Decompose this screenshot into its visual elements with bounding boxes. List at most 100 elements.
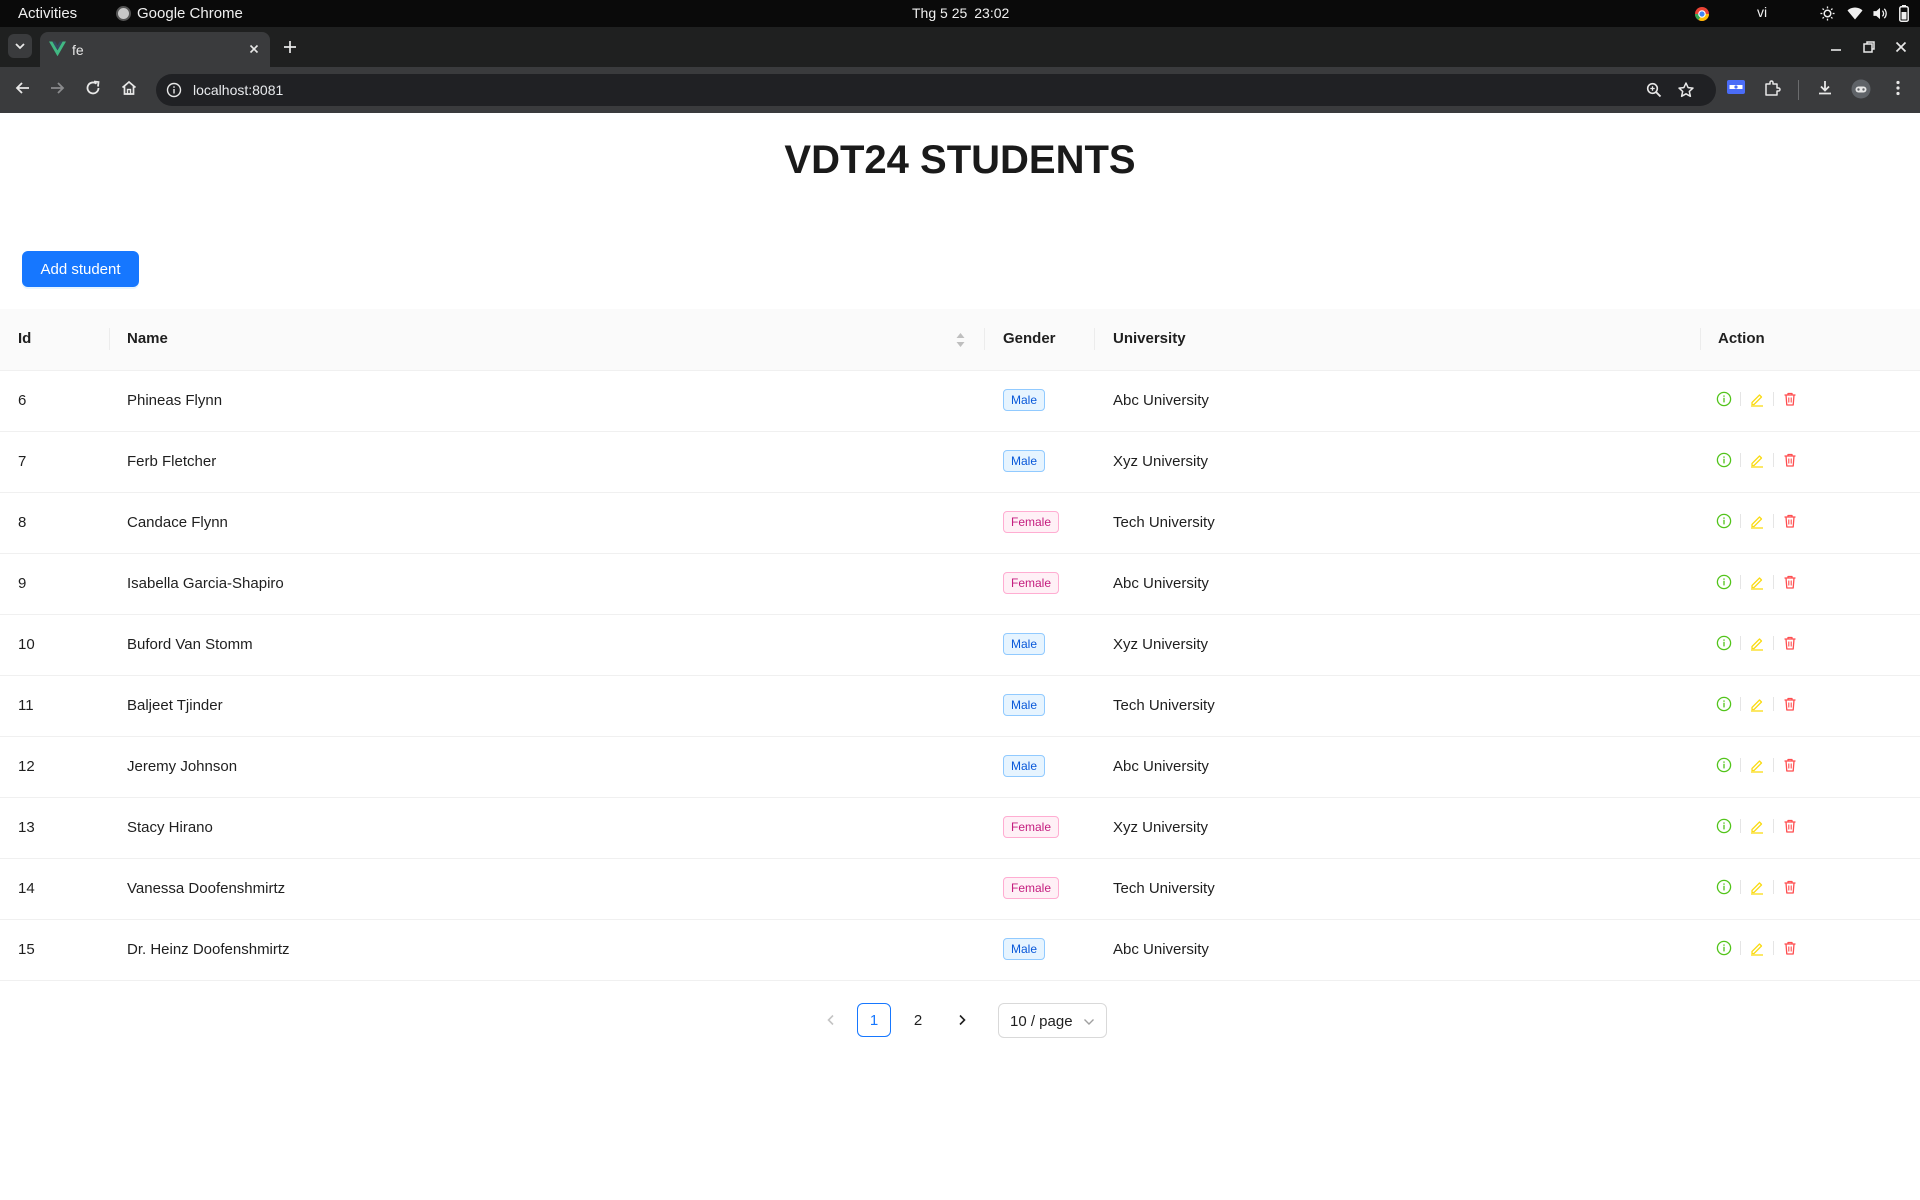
cell-name: Candace Flynn	[127, 514, 228, 531]
reload-icon[interactable]	[84, 79, 102, 97]
gender-tag: Male	[1003, 450, 1046, 472]
edit-pencil-icon[interactable]	[1749, 452, 1765, 468]
new-tab-icon[interactable]	[282, 39, 298, 55]
cell-university: Tech University	[1113, 697, 1215, 714]
site-info-icon[interactable]	[166, 82, 182, 98]
table-body: 6 Phineas Flynn Male Abc University 7 Ferb Fl…	[0, 371, 1920, 981]
info-circle-icon[interactable]	[1716, 513, 1732, 529]
table-header: Id Name Gender University Action	[0, 309, 1920, 371]
restore-icon[interactable]	[1861, 39, 1877, 55]
extension-blue-icon[interactable]	[1727, 79, 1745, 95]
app-menu[interactable]: Google Chrome	[116, 5, 243, 22]
row-actions	[1716, 391, 1798, 407]
download-icon[interactable]	[1816, 79, 1834, 97]
column-header-name[interactable]: Name	[127, 330, 168, 347]
sort-icon[interactable]	[955, 331, 966, 349]
chrome-menu-icon[interactable]	[1889, 79, 1907, 97]
cell-id: 7	[18, 453, 27, 470]
edit-pencil-icon[interactable]	[1749, 574, 1765, 590]
cell-name: Vanessa Doofenshmirtz	[127, 880, 286, 897]
clock[interactable]: Thg 5 25 23:02	[912, 5, 1009, 21]
action-divider	[1740, 514, 1741, 528]
cell-id: 14	[18, 880, 35, 897]
url-text[interactable]: localhost:8081	[193, 82, 283, 98]
action-divider	[1740, 819, 1741, 833]
back-arrow-icon[interactable]	[14, 79, 32, 97]
action-divider	[1773, 453, 1774, 467]
cell-university: Abc University	[1113, 392, 1209, 409]
input-language[interactable]: vi	[1757, 4, 1767, 20]
window-close-icon[interactable]	[1893, 39, 1909, 55]
edit-pencil-icon[interactable]	[1749, 391, 1765, 407]
cell-name: Buford Van Stomm	[127, 636, 253, 653]
info-circle-icon[interactable]	[1716, 391, 1732, 407]
chrome-tray-icon[interactable]	[1694, 6, 1710, 22]
info-circle-icon[interactable]	[1716, 818, 1732, 834]
trash-icon[interactable]	[1782, 879, 1798, 895]
trash-icon[interactable]	[1782, 696, 1798, 712]
page-2-button[interactable]: 2	[901, 1003, 935, 1037]
trash-icon[interactable]	[1782, 452, 1798, 468]
action-divider	[1740, 941, 1741, 955]
edit-pencil-icon[interactable]	[1749, 940, 1765, 956]
tab-close-icon[interactable]	[246, 41, 262, 57]
profile-avatar-icon[interactable]	[1851, 79, 1871, 99]
info-circle-icon[interactable]	[1716, 452, 1732, 468]
chevron-down-icon	[1083, 1016, 1095, 1028]
action-divider	[1773, 819, 1774, 833]
zoom-icon[interactable]	[1646, 82, 1662, 98]
cell-id: 15	[18, 941, 35, 958]
activities-button[interactable]: Activities	[18, 5, 77, 22]
edit-pencil-icon[interactable]	[1749, 635, 1765, 651]
action-divider	[1773, 514, 1774, 528]
trash-icon[interactable]	[1782, 635, 1798, 651]
info-circle-icon[interactable]	[1716, 696, 1732, 712]
page-size-select[interactable]: 10 / page	[998, 1003, 1107, 1038]
info-circle-icon[interactable]	[1716, 574, 1732, 590]
bookmark-star-icon[interactable]	[1677, 81, 1695, 99]
info-circle-icon[interactable]	[1716, 879, 1732, 895]
trash-icon[interactable]	[1782, 757, 1798, 773]
row-actions	[1716, 574, 1798, 590]
cell-name: Phineas Flynn	[127, 392, 223, 409]
cell-university: Abc University	[1113, 575, 1209, 592]
edit-pencil-icon[interactable]	[1749, 513, 1765, 529]
info-circle-icon[interactable]	[1716, 635, 1732, 651]
row-actions	[1716, 452, 1798, 468]
gender-tag: Female	[1003, 877, 1060, 899]
trash-icon[interactable]	[1782, 574, 1798, 590]
row-actions	[1716, 757, 1798, 773]
minimize-icon[interactable]	[1828, 39, 1844, 55]
next-page-icon[interactable]	[945, 1003, 979, 1037]
edit-pencil-icon[interactable]	[1749, 696, 1765, 712]
edit-pencil-icon[interactable]	[1749, 757, 1765, 773]
pagination: 1 2 10 / page	[0, 1003, 1920, 1039]
browser-tab[interactable]: fe	[40, 32, 270, 67]
info-circle-icon[interactable]	[1716, 940, 1732, 956]
prev-page-icon[interactable]	[814, 1003, 848, 1037]
trash-icon[interactable]	[1782, 818, 1798, 834]
trash-icon[interactable]	[1782, 940, 1798, 956]
edit-pencil-icon[interactable]	[1749, 879, 1765, 895]
trash-icon[interactable]	[1782, 513, 1798, 529]
info-circle-icon[interactable]	[1716, 757, 1732, 773]
action-divider	[1773, 636, 1774, 650]
tab-title: fe	[72, 42, 84, 58]
extensions-puzzle-icon[interactable]	[1763, 79, 1781, 97]
chevron-down-icon	[15, 43, 25, 50]
edit-pencil-icon[interactable]	[1749, 818, 1765, 834]
browser-toolbar: localhost:8081	[0, 67, 1920, 113]
column-header-id: Id	[18, 330, 32, 347]
app-name: Google Chrome	[137, 5, 243, 22]
page-1-button[interactable]: 1	[857, 1003, 891, 1037]
home-icon[interactable]	[120, 79, 138, 97]
tab-search-button[interactable]	[8, 34, 32, 58]
battery-icon	[1899, 5, 1909, 22]
add-student-button[interactable]: Add student	[22, 251, 139, 287]
row-actions	[1716, 513, 1798, 529]
trash-icon[interactable]	[1782, 391, 1798, 407]
forward-arrow-icon[interactable]	[48, 79, 66, 97]
gender-tag: Male	[1003, 694, 1046, 716]
action-divider	[1740, 697, 1741, 711]
address-bar[interactable]: localhost:8081	[156, 74, 1716, 106]
